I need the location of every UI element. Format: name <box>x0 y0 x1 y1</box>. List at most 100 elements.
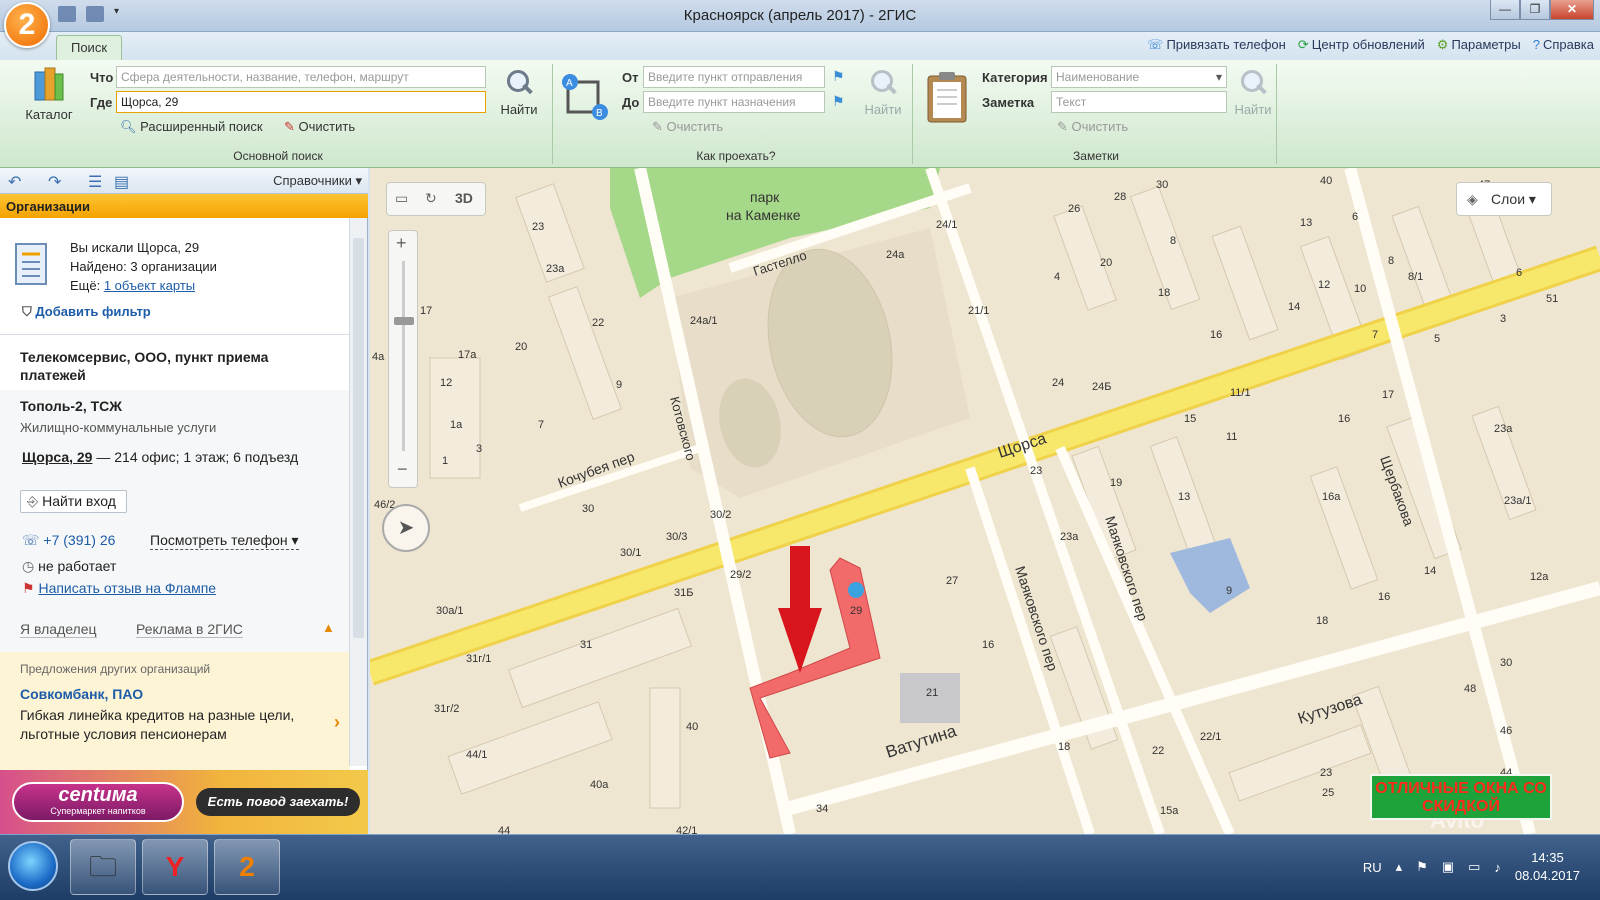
link-update-center[interactable]: ⟳ Центр обновлений <box>1298 37 1425 53</box>
map-object-link[interactable]: 1 объект карты <box>104 278 195 293</box>
top-links: ☏ Привязать телефон ⟳ Центр обновлений ⚙ Па… <box>1147 37 1594 53</box>
svg-text:31г/1: 31г/1 <box>466 653 491 665</box>
advanced-search-button[interactable]: 🔍︎ Расширенный поиск <box>120 119 263 135</box>
rotate-icon[interactable]: ↻ <box>425 190 437 207</box>
language-indicator[interactable]: RU <box>1363 860 1382 875</box>
category-label: Категория <box>982 70 1048 85</box>
catalog-button[interactable]: Каталог <box>22 66 76 122</box>
notes-find-button[interactable]: Найти <box>1228 68 1278 117</box>
chevron-down-icon: ▾ <box>351 173 362 188</box>
map-ad-banner[interactable]: ОТЛИЧНЫЕ ОКНА СО СКИДКОЙ <box>1370 774 1552 820</box>
from-input[interactable]: Введите пункт отправления <box>643 66 825 88</box>
yandex-browser-taskbar-icon[interactable]: Y <box>142 839 208 895</box>
result-title-telecomservice[interactable]: Телекомсервис, ООО, пункт приема платеже… <box>20 348 320 384</box>
print-preview-icon[interactable]: ▤ <box>114 172 129 192</box>
3d-button[interactable]: 3D <box>455 190 473 206</box>
maximize-button[interactable]: ❐ <box>1520 0 1550 20</box>
app-logo[interactable]: 2 <box>4 2 50 48</box>
separator <box>912 64 913 164</box>
find-entrance-button[interactable]: ⎆ Найти вход <box>20 490 127 513</box>
clock[interactable]: 14:35 08.04.2017 <box>1515 849 1580 885</box>
svg-text:16: 16 <box>1378 591 1390 603</box>
to-input[interactable]: Введите пункт назначения <box>643 91 825 113</box>
show-phone-button[interactable]: Посмотреть телефон ▾ <box>150 532 299 550</box>
svg-text:24Б: 24Б <box>1092 381 1111 393</box>
result-address: Щорса, 29 — 214 офис; 1 этаж; 6 подъезд <box>22 449 299 465</box>
zoom-out-icon[interactable]: − <box>397 459 408 480</box>
map-canvas[interactable]: парк на Каменке Щорса Гастелло Котовског… <box>370 168 1600 834</box>
2gis-taskbar-icon[interactable]: 2 <box>214 839 280 895</box>
warning-icon[interactable]: ▲ <box>322 620 335 635</box>
svg-text:на Каменке: на Каменке <box>726 207 801 223</box>
forward-icon[interactable]: ↷ <box>48 172 61 192</box>
svg-text:42/1: 42/1 <box>676 825 697 834</box>
link-help[interactable]: ? Справка <box>1533 37 1594 53</box>
link-parameters[interactable]: ⚙ Параметры <box>1437 37 1521 53</box>
where-input[interactable]: Щорса, 29 <box>116 91 486 113</box>
back-icon[interactable]: ↶ <box>8 172 21 192</box>
svg-text:23а: 23а <box>1060 531 1079 543</box>
door-icon: ⎆ <box>27 493 39 509</box>
zoom-in-icon[interactable]: + <box>396 233 407 254</box>
close-button[interactable]: ✕ <box>1550 0 1594 20</box>
taskbar: 🗀 Y 2 RU ▴ ⚑ ▣ ▭ ♪ 14:35 08.04.2017 <box>0 834 1600 900</box>
offers-heading: Предложения других организаций <box>20 662 211 676</box>
map-view[interactable]: парк на Каменке Щорса Гастелло Котовског… <box>370 168 1600 834</box>
ads-link[interactable]: Реклама в 2ГИС <box>136 621 243 638</box>
pin-to-icon[interactable]: ⚑ <box>832 93 845 110</box>
pin-from-icon[interactable]: ⚑ <box>832 68 845 85</box>
svg-text:6: 6 <box>1516 267 1522 279</box>
zoom-slider[interactable] <box>402 261 405 451</box>
volume-icon[interactable]: ♪ <box>1494 860 1501 875</box>
what-input[interactable]: Сфера деятельности, название, телефон, м… <box>116 66 486 88</box>
chevron-down-icon: ▾ <box>1215 70 1222 84</box>
network-icon[interactable]: ▭ <box>1468 859 1480 875</box>
phone-icon: ☏ <box>22 532 40 548</box>
review-link[interactable]: Написать отзыв на Флампе <box>38 580 216 596</box>
find-button[interactable]: Найти <box>494 68 544 117</box>
flag-icon[interactable]: ⚑ <box>1416 859 1428 875</box>
svg-text:12: 12 <box>1318 279 1330 291</box>
promo-banner[interactable]: centuма Супермаркет напитков Есть повод … <box>0 770 368 834</box>
window-title: Красноярск (апрель 2017) - 2ГИС <box>683 7 917 24</box>
owner-link[interactable]: Я владелец <box>20 621 97 638</box>
handbooks-dropdown[interactable]: Справочники ▾ <box>273 173 362 189</box>
svg-text:23: 23 <box>1030 465 1042 477</box>
link-bind-phone[interactable]: ☏ Привязать телефон <box>1147 37 1286 53</box>
svg-text:4: 4 <box>1054 271 1060 283</box>
note-label: Заметка <box>982 95 1035 110</box>
svg-text:40: 40 <box>686 721 698 733</box>
results-scrollbar[interactable] <box>349 218 367 766</box>
address-link[interactable]: Щорса, 29 <box>22 449 92 465</box>
add-filter-button[interactable]: ⛉ Добавить фильтр <box>22 304 151 320</box>
chevron-up-icon[interactable]: ▴ <box>1396 859 1403 875</box>
list-icon[interactable]: ☰ <box>88 172 102 192</box>
offer-company[interactable]: Совкомбанк, ПАО <box>20 686 143 702</box>
svg-text:7: 7 <box>1372 329 1378 341</box>
minimize-button[interactable]: — <box>1490 0 1520 20</box>
start-button[interactable] <box>8 841 58 891</box>
category-select[interactable]: Наименование ▾ <box>1051 66 1227 88</box>
chevron-right-icon[interactable]: › <box>334 712 340 733</box>
device-icon[interactable]: ▣ <box>1442 859 1454 875</box>
layers-button[interactable]: ◈ Слои ▾ <box>1456 182 1552 216</box>
zoom-slider-thumb[interactable] <box>394 317 414 325</box>
svg-text:23а: 23а <box>1494 423 1513 435</box>
note-input[interactable]: Текст <box>1051 91 1227 113</box>
scroll-thumb[interactable] <box>353 238 364 638</box>
eraser-icon: ✎ <box>284 119 295 134</box>
route-clear-button[interactable]: ✎ Очистить <box>652 119 723 135</box>
route-find-button[interactable]: Найти <box>858 68 908 117</box>
clear-button[interactable]: ✎ Очистить <box>284 119 355 135</box>
compass-icon[interactable]: ➤ <box>382 504 430 552</box>
ruler-icon[interactable]: ▭ <box>395 190 408 207</box>
svg-text:1: 1 <box>442 455 448 467</box>
notes-clear-button[interactable]: ✎ Очистить <box>1057 119 1128 135</box>
explorer-taskbar-icon[interactable]: 🗀 <box>70 839 136 895</box>
promo-logo: centuма Супермаркет напитков <box>12 782 184 822</box>
result-title-topol[interactable]: Тополь-2, ТСЖ <box>20 398 122 414</box>
chevron-down-icon: ▾ <box>1525 191 1536 207</box>
offer-text[interactable]: Гибкая линейка кредитов на разные цели, … <box>20 706 310 744</box>
tab-search[interactable]: Поиск <box>56 35 122 61</box>
phone-number[interactable]: +7 (391) 26 <box>43 532 115 548</box>
